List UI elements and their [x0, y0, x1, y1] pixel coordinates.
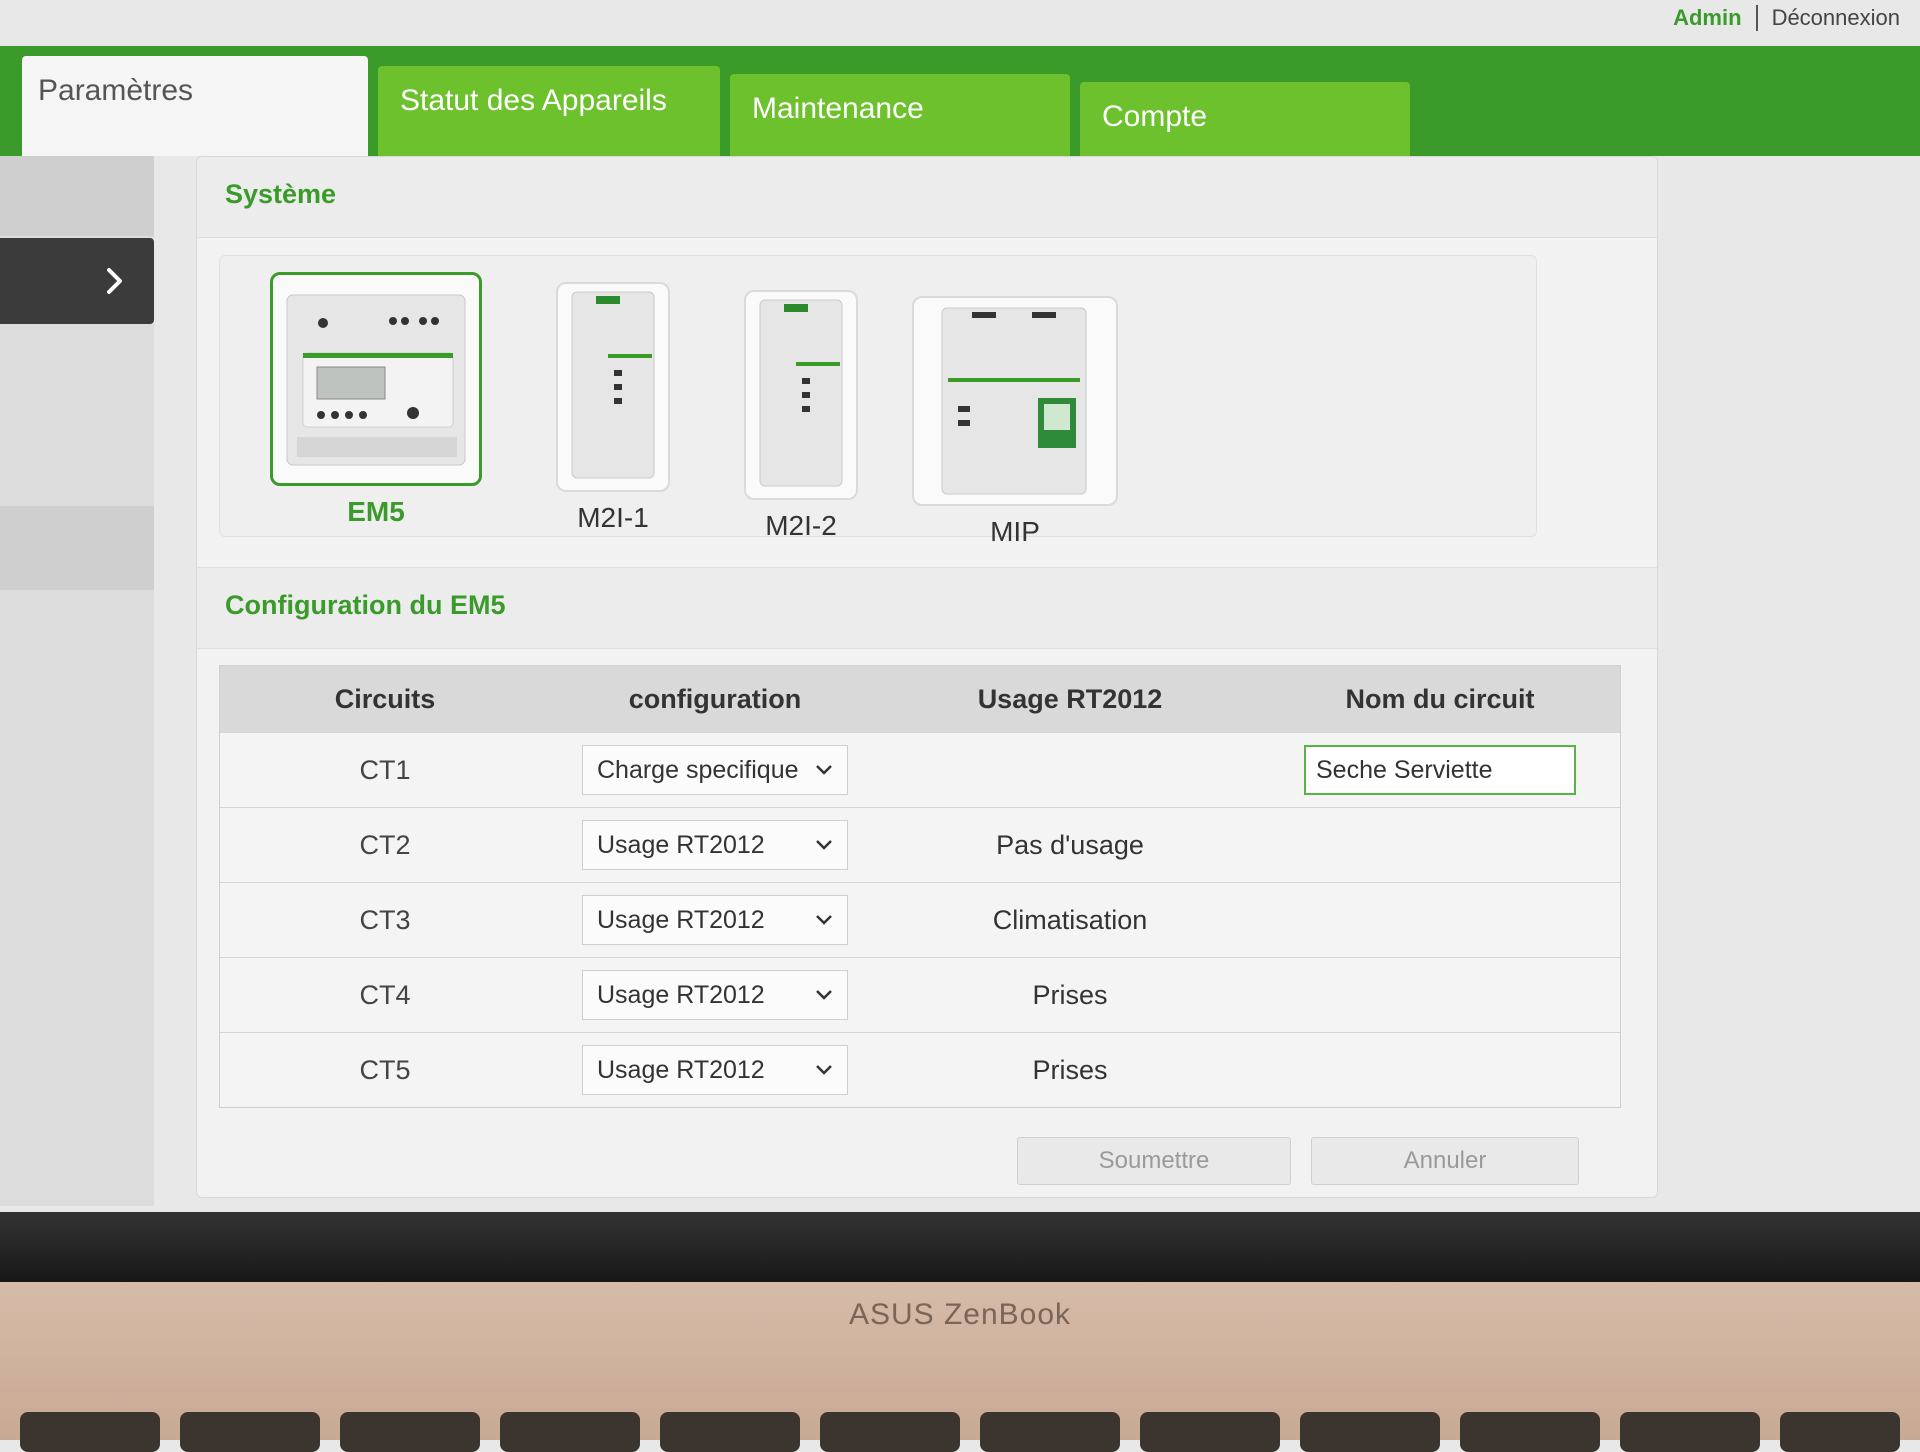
user-bar-divider	[1755, 5, 1758, 31]
device-m2i-1-image	[556, 282, 670, 492]
sidebar-toggle-button[interactable]	[0, 238, 154, 324]
main-panel: Système EM5 M2I-1 M2I-2 MIP Configuratio…	[196, 156, 1658, 1198]
submit-button[interactable]: Soumettre	[1017, 1137, 1291, 1185]
sidebar-item[interactable]	[0, 156, 154, 236]
device-m2i-1[interactable]: M2I-1	[556, 282, 670, 534]
device-mip-image	[912, 296, 1118, 506]
keyboard-key	[1780, 1412, 1900, 1452]
column-header-configuration: configuration	[628, 683, 802, 714]
keyboard-key	[820, 1412, 960, 1452]
system-section-title: Système	[225, 179, 337, 209]
tab-statut-des-appareils[interactable]: Statut des Appareils	[378, 66, 720, 166]
chevron-down-icon	[816, 915, 832, 925]
keyboard-key	[500, 1412, 640, 1452]
column-header-circuits: Circuits	[334, 683, 436, 714]
nav-tabs: Paramètres Statut des Appareils Maintena…	[0, 56, 1410, 182]
device-m2i-1-label: M2I-1	[577, 502, 649, 533]
device-em5[interactable]: EM5	[270, 272, 482, 528]
usage-value: Prises	[1032, 979, 1108, 1010]
usage-value: Prises	[1032, 1054, 1108, 1085]
table-row: CT2 Usage RT2012 Pas d'usage	[220, 807, 1620, 882]
keyboard-key	[660, 1412, 800, 1452]
system-section-header: Système	[197, 157, 1657, 238]
keyboard-key	[1460, 1412, 1600, 1452]
configuration-select[interactable]: Usage RT2012	[582, 895, 848, 945]
circuit-config-table: Circuits configuration Usage RT2012 Nom …	[219, 665, 1621, 1108]
config-section-title: Configuration du EM5	[225, 590, 506, 620]
logout-link[interactable]: Déconnexion	[1772, 5, 1900, 31]
circuit-id: CT5	[359, 1054, 411, 1085]
cancel-button[interactable]: Annuler	[1311, 1137, 1579, 1185]
config-section-header: Configuration du EM5	[197, 567, 1657, 649]
configuration-select-value: Usage RT2012	[597, 1055, 765, 1084]
keyboard-key	[340, 1412, 480, 1452]
mip-module-icon	[941, 307, 1087, 495]
keyboard-key	[180, 1412, 320, 1452]
keyboard-key	[20, 1412, 160, 1452]
sidebar	[0, 156, 154, 1206]
tab-parametres[interactable]: Paramètres	[22, 56, 368, 156]
circuit-name-input[interactable]	[1304, 745, 1576, 795]
chevron-down-icon	[816, 840, 832, 850]
device-em5-image	[270, 272, 482, 486]
column-header-usage: Usage RT2012	[977, 683, 1163, 714]
configuration-select[interactable]: Usage RT2012	[582, 970, 848, 1020]
configuration-select[interactable]: Usage RT2012	[582, 820, 848, 870]
chevron-down-icon	[816, 1065, 832, 1075]
chevron-down-icon	[816, 765, 832, 775]
circuit-id: CT3	[359, 904, 411, 935]
table-row: CT3 Usage RT2012 Climatisation	[220, 882, 1620, 957]
chevron-down-icon	[816, 990, 832, 1000]
main-nav-bar: Paramètres Statut des Appareils Maintena…	[0, 46, 1920, 182]
device-list: EM5 M2I-1 M2I-2 MIP	[219, 255, 1537, 547]
keyboard-key	[1140, 1412, 1280, 1452]
chevron-right-icon	[107, 268, 122, 294]
m2i-module-icon	[759, 299, 843, 487]
table-row: CT5 Usage RT2012 Prises	[220, 1032, 1620, 1107]
configuration-select-value: Usage RT2012	[597, 905, 765, 934]
circuit-id: CT1	[359, 754, 411, 785]
device-m2i-2-label: M2I-2	[765, 510, 837, 541]
table-header-row: Circuits configuration Usage RT2012 Nom …	[220, 666, 1620, 732]
usage-value: Pas d'usage	[996, 829, 1144, 860]
table-row: CT1 Charge specifique	[220, 732, 1620, 807]
column-header-circuit-name: Nom du circuit	[1345, 683, 1535, 714]
device-em5-label: EM5	[347, 496, 405, 527]
table-row: CT4 Usage RT2012 Prises	[220, 957, 1620, 1032]
device-m2i-2-image	[744, 290, 858, 500]
circuit-id: CT4	[359, 979, 411, 1010]
configuration-select[interactable]: Usage RT2012	[582, 1045, 848, 1095]
keyboard-key	[1300, 1412, 1440, 1452]
device-mip[interactable]: MIP	[912, 296, 1118, 548]
device-m2i-2[interactable]: M2I-2	[744, 290, 858, 542]
sidebar-item[interactable]	[0, 506, 154, 590]
user-bar: Admin Déconnexion	[1673, 0, 1900, 36]
laptop-chassis: ASUS ZenBook	[0, 1282, 1920, 1452]
circuit-id: CT2	[359, 829, 411, 860]
configuration-select-value: Charge specifique	[597, 755, 799, 784]
configuration-select-value: Usage RT2012	[597, 980, 765, 1009]
usage-value: Climatisation	[992, 904, 1148, 935]
laptop-bezel	[0, 1212, 1920, 1282]
em5-meter-icon	[286, 294, 466, 466]
user-name-link[interactable]: Admin	[1673, 5, 1741, 31]
keyboard-key	[1620, 1412, 1760, 1452]
configuration-select-value: Usage RT2012	[597, 830, 765, 859]
device-mip-label: MIP	[990, 516, 1040, 547]
laptop-brand-label: ASUS ZenBook	[848, 1298, 1072, 1331]
configuration-select[interactable]: Charge specifique	[582, 745, 848, 795]
keyboard-key	[980, 1412, 1120, 1452]
keyboard-row	[0, 1412, 1920, 1452]
m2i-module-icon	[571, 291, 655, 479]
